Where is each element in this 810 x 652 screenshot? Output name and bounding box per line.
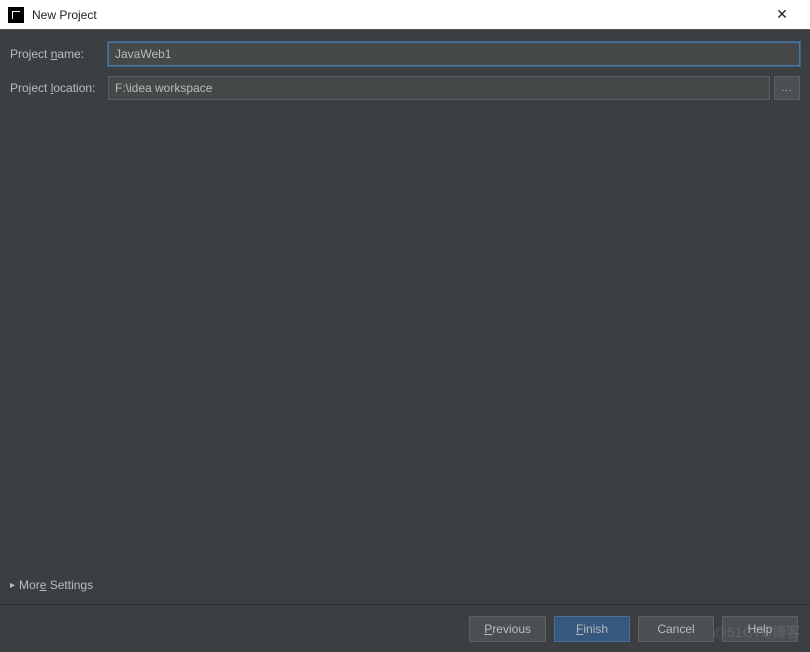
- more-settings-toggle[interactable]: ▸ More Settings: [10, 578, 93, 592]
- project-location-input[interactable]: [108, 76, 770, 100]
- more-settings-label: More Settings: [19, 578, 93, 592]
- app-icon: [8, 7, 24, 23]
- browse-button[interactable]: ...: [774, 76, 800, 100]
- button-bar: Previous Finish Cancel Help: [0, 604, 810, 652]
- previous-button[interactable]: Previous: [469, 616, 546, 642]
- project-name-row: Project name:: [10, 42, 800, 66]
- cancel-button[interactable]: Cancel: [638, 616, 714, 642]
- project-location-label: Project location:: [10, 81, 108, 95]
- close-icon[interactable]: ✕: [762, 0, 802, 30]
- titlebar: New Project ✕: [0, 0, 810, 30]
- window-title: New Project: [32, 8, 762, 22]
- project-name-label: Project name:: [10, 47, 108, 61]
- project-location-row: Project location: ...: [10, 76, 800, 100]
- finish-button[interactable]: Finish: [554, 616, 630, 642]
- chevron-right-icon: ▸: [10, 580, 15, 591]
- help-button[interactable]: Help: [722, 616, 798, 642]
- content-area: Project name: Project location: ...: [0, 30, 810, 100]
- project-name-input[interactable]: [108, 42, 800, 66]
